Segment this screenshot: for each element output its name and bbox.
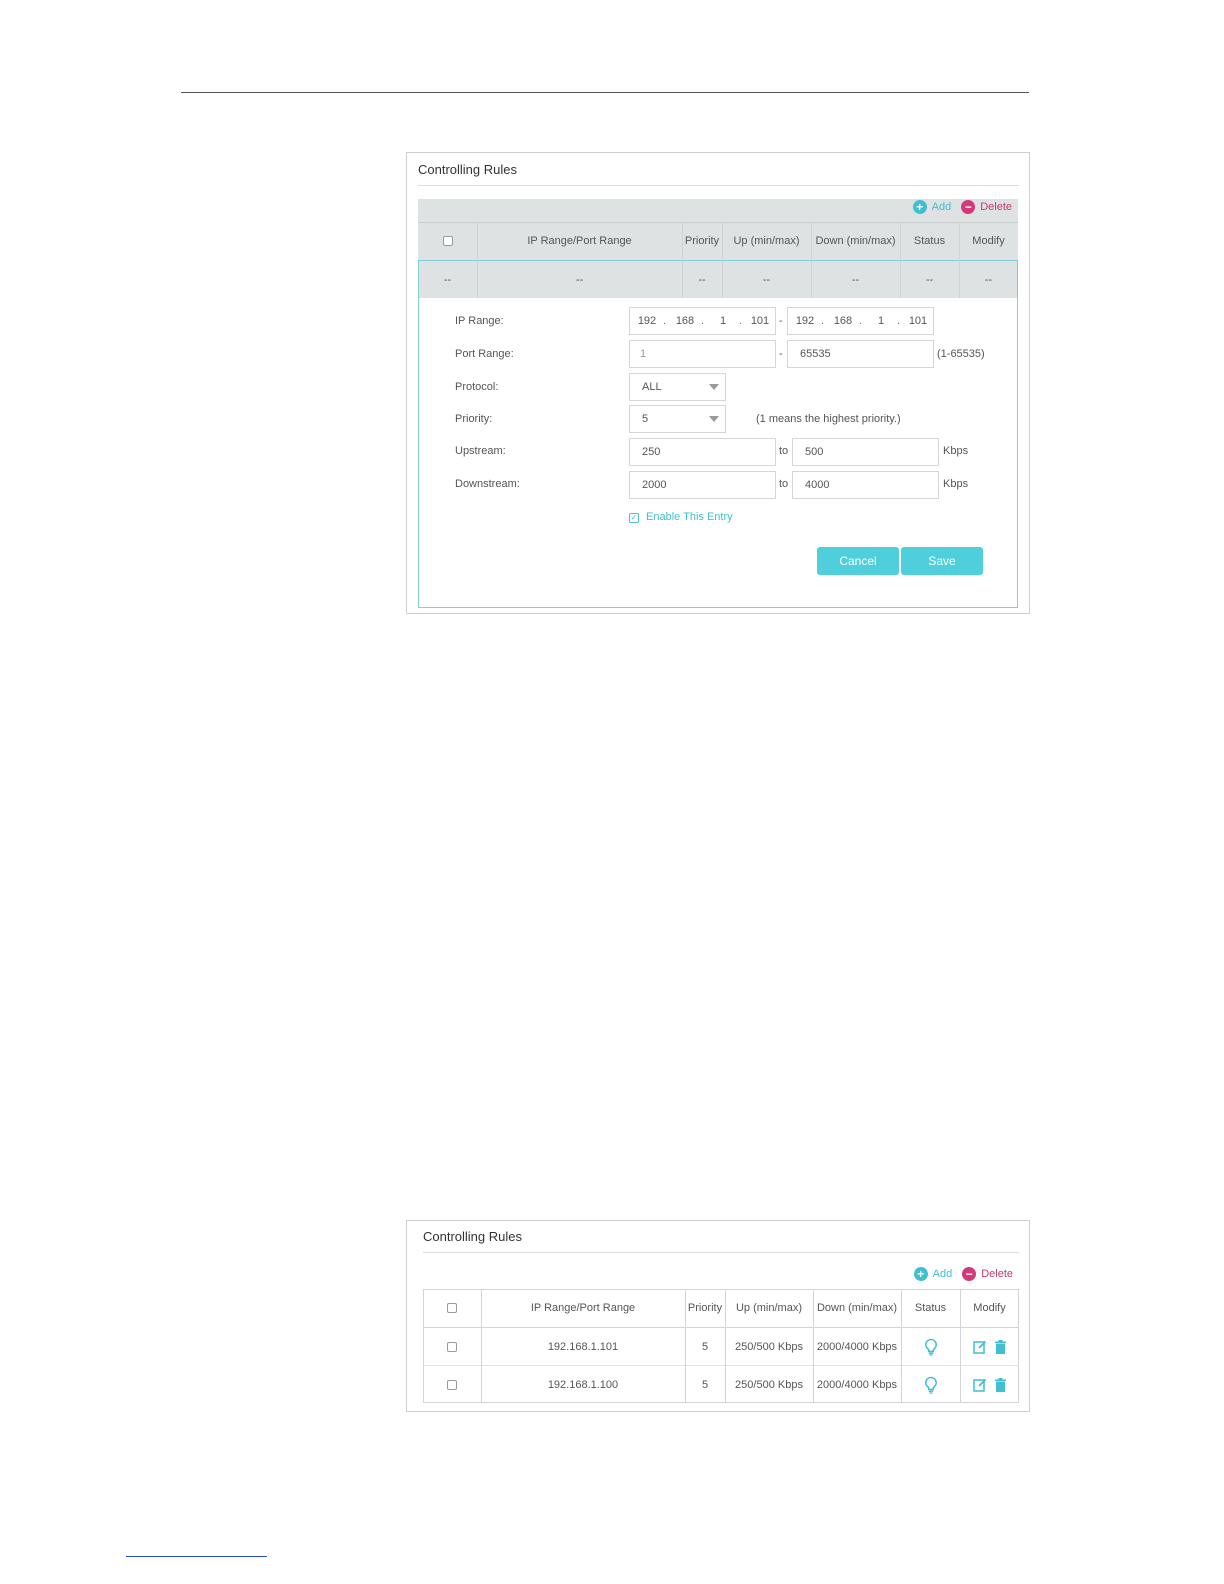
check-icon: ✓ xyxy=(630,513,638,522)
select-all-checkbox[interactable] xyxy=(447,1303,457,1313)
panel-title: Controlling Rules xyxy=(418,162,517,177)
priority-cell: 5 xyxy=(701,1340,709,1353)
column-header: Priority xyxy=(687,1302,723,1314)
upstream-to: to xyxy=(779,445,789,457)
add-button[interactable]: + Add xyxy=(912,200,951,214)
column-header: Status xyxy=(914,1302,947,1314)
panel-title: Controlling Rules xyxy=(423,1229,522,1244)
protocol-label: Protocol: xyxy=(455,381,499,393)
column-header: Status xyxy=(913,235,946,247)
panel-title-divider xyxy=(418,185,1019,186)
column-header: Up (min/max) xyxy=(733,235,800,247)
protocol-select[interactable]: ALL xyxy=(629,373,726,401)
ip-range-cell: 192.168.1.101 xyxy=(547,1340,619,1353)
chevron-down-icon xyxy=(709,384,719,390)
ip-end-input[interactable]: 192 . 168 . 1 . 101 xyxy=(787,307,934,335)
select-all-cell xyxy=(418,222,477,260)
upstream-min-input[interactable]: 250 xyxy=(629,438,776,466)
enable-entry-checkbox[interactable]: ✓ xyxy=(629,513,639,523)
column-header: IP Range/Port Range xyxy=(530,1302,636,1314)
table-toolbar: + Add − Delete xyxy=(903,199,1012,215)
column-header: Down (min/max) xyxy=(816,1302,898,1314)
enable-entry-label[interactable]: Enable This Entry xyxy=(646,511,733,523)
plus-icon: + xyxy=(912,200,927,214)
page-header-rule xyxy=(181,92,1029,93)
upstream-max-input[interactable]: 500 xyxy=(792,438,939,466)
priority-cell: 5 xyxy=(701,1378,709,1391)
port-end-input[interactable]: 65535 xyxy=(787,340,934,368)
bulb-icon[interactable] xyxy=(924,1376,938,1394)
trash-icon[interactable] xyxy=(995,1377,1006,1392)
status-cell xyxy=(901,1328,960,1365)
edit-icon[interactable] xyxy=(973,1340,987,1354)
footer-link-underline[interactable] xyxy=(126,1556,267,1557)
downstream-label: Downstream: xyxy=(455,478,520,490)
cancel-button[interactable]: Cancel xyxy=(817,547,899,575)
downstream-min-input[interactable]: 2000 xyxy=(629,471,776,499)
add-button[interactable]: + Add xyxy=(913,1267,952,1281)
port-range-hint: (1-65535) xyxy=(937,348,985,360)
column-header: Priority xyxy=(684,235,720,247)
plus-icon: + xyxy=(913,1267,928,1281)
ip-range-dash: - xyxy=(779,315,783,327)
modify-cell xyxy=(960,1328,1019,1365)
upstream-label: Upstream: xyxy=(455,445,506,457)
edit-icon[interactable] xyxy=(973,1378,987,1392)
column-header: Up (min/max) xyxy=(735,1302,802,1314)
downstream-max-input[interactable]: 4000 xyxy=(792,471,939,499)
down-cell: 2000/4000 Kbps xyxy=(816,1378,898,1391)
ip-start-input[interactable]: 192 . 168 . 1 . 101 xyxy=(629,307,776,335)
downstream-unit: Kbps xyxy=(943,478,969,490)
panel-title-divider xyxy=(423,1252,1019,1253)
select-all-checkbox[interactable] xyxy=(442,236,453,246)
minus-icon: − xyxy=(962,1267,977,1281)
column-header: Modify xyxy=(973,1302,1006,1314)
table-toolbar: + Add − Delete xyxy=(904,1266,1013,1282)
chevron-down-icon xyxy=(709,416,719,422)
delete-button[interactable]: − Delete xyxy=(962,1267,1013,1281)
ip-range-label: IP Range: xyxy=(455,315,504,327)
downstream-to: to xyxy=(779,478,789,490)
priority-label: Priority: xyxy=(455,413,493,425)
column-header: Modify xyxy=(972,235,1005,247)
port-range-label: Port Range: xyxy=(455,348,514,360)
upstream-unit: Kbps xyxy=(943,445,969,457)
row-checkbox[interactable] xyxy=(447,1341,457,1352)
trash-icon[interactable] xyxy=(995,1339,1006,1354)
minus-icon: − xyxy=(961,200,976,214)
save-button[interactable]: Save xyxy=(901,547,983,575)
row-checkbox[interactable] xyxy=(447,1379,457,1390)
port-range-dash: - xyxy=(779,348,783,360)
port-start-input[interactable]: 1 xyxy=(629,340,776,368)
select-all-cell xyxy=(423,1289,481,1327)
delete-button[interactable]: − Delete xyxy=(961,200,1012,214)
priority-select[interactable]: 5 xyxy=(629,405,726,433)
down-cell: 2000/4000 Kbps xyxy=(816,1340,898,1353)
status-cell xyxy=(901,1366,960,1403)
up-cell: 250/500 Kbps xyxy=(735,1378,803,1391)
up-cell: 250/500 Kbps xyxy=(735,1340,803,1353)
modify-cell xyxy=(960,1366,1019,1403)
priority-hint: (1 means the highest priority.) xyxy=(756,413,901,425)
bulb-icon[interactable] xyxy=(924,1338,938,1356)
ip-range-cell: 192.168.1.100 xyxy=(547,1378,619,1391)
column-header: IP Range/Port Range xyxy=(527,235,632,247)
column-header: Down (min/max) xyxy=(815,235,896,247)
